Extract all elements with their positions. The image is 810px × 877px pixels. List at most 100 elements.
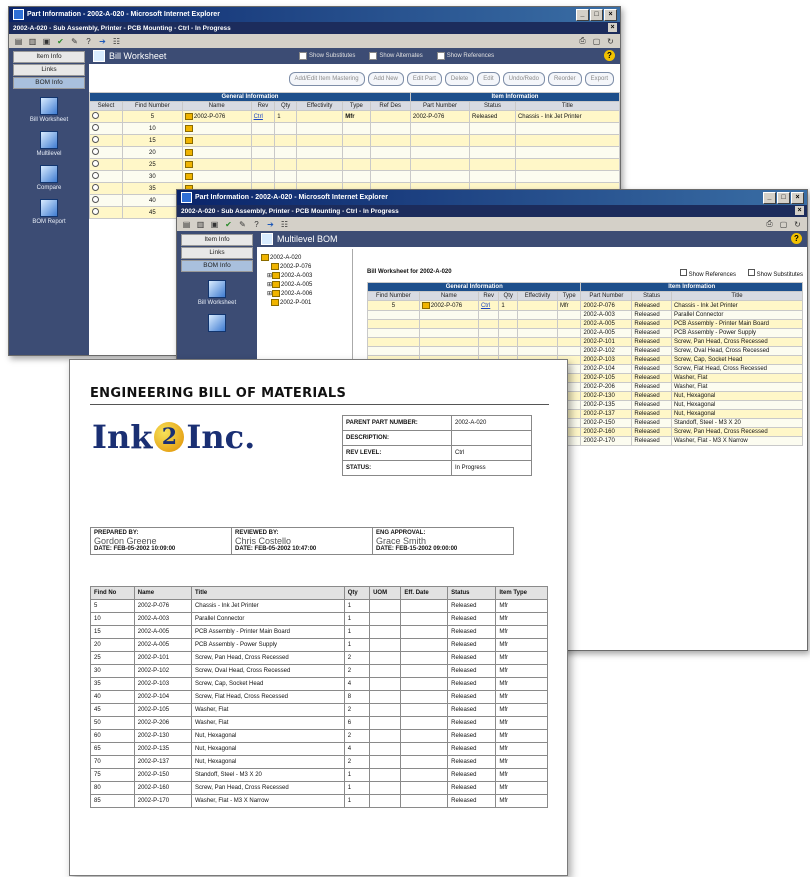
table-row[interactable]: 2002-A-005 Released PCB Assembly - Printer… [367, 319, 804, 330]
open-icon[interactable]: ▤ [13, 36, 24, 46]
help-icon[interactable]: ? [604, 50, 615, 61]
checkmark-icon[interactable]: ✔ [55, 36, 66, 46]
edit-button[interactable]: Edit [477, 72, 500, 86]
bill-worksheet-icon[interactable] [208, 280, 226, 298]
rev-cell[interactable] [250, 158, 276, 171]
tree-node[interactable]: 2002-P-076 [257, 262, 352, 271]
table-row[interactable]: 25 [89, 158, 620, 171]
checkmark-icon[interactable]: ✔ [223, 219, 234, 229]
nav-bom-info[interactable]: BOM Info [181, 260, 253, 272]
help-icon[interactable]: ? [791, 233, 802, 244]
table-row[interactable]: 2002-P-101 Released Screw, Pan Head, Cross… [367, 337, 804, 348]
compare-icon[interactable] [40, 165, 58, 183]
close-icon[interactable]: × [608, 23, 617, 32]
open-icon[interactable]: ▤ [181, 219, 192, 229]
nav-item-info[interactable]: Item Info [13, 51, 85, 63]
table-row[interactable]: 2002-P-102 Released Screw, Oval Head, Cros… [367, 346, 804, 357]
rev-cell[interactable] [477, 337, 500, 348]
select-radio[interactable] [89, 206, 123, 219]
folder-icon[interactable]: ▥ [195, 219, 206, 229]
nav-links[interactable]: Links [181, 247, 253, 259]
select-radio[interactable] [89, 110, 123, 123]
bill-worksheet-icon[interactable] [40, 97, 58, 115]
multilevel-label[interactable]: Multilevel [9, 151, 89, 157]
maximize-icon[interactable]: □ [777, 192, 790, 204]
rev-cell[interactable] [477, 328, 500, 339]
refresh-icon[interactable]: ↻ [792, 219, 803, 229]
nav-bom-info[interactable]: BOM Info [13, 77, 85, 89]
edit-part-button[interactable]: Edit Part [406, 72, 442, 86]
close-icon[interactable]: × [791, 192, 804, 204]
table-row[interactable]: 2002-A-005 Released PCB Assembly - Power S… [367, 328, 804, 339]
print-icon[interactable]: ⎙ [577, 36, 588, 46]
edit-icon[interactable]: ✎ [237, 219, 248, 229]
tree-node[interactable]: 2002-P-001 [257, 298, 352, 307]
multilevel-icon[interactable] [40, 131, 58, 149]
select-radio[interactable] [89, 146, 123, 159]
rev-cell[interactable] [477, 310, 500, 321]
table-row[interactable]: 2002-A-003 Released Parallel Connector [367, 310, 804, 321]
table-row[interactable]: 20 [89, 146, 620, 159]
select-radio[interactable] [89, 194, 123, 207]
bom-report-icon[interactable] [40, 199, 58, 217]
rev-cell[interactable] [250, 146, 276, 159]
window-icon[interactable]: ▢ [591, 36, 602, 46]
window-title-bar[interactable]: Part Information - 2002-A-020 - Microsof… [9, 7, 620, 22]
show-references-checkbox[interactable]: Show References [679, 269, 736, 278]
delete-button[interactable]: Delete [444, 72, 475, 86]
nav-links[interactable]: Links [13, 64, 85, 76]
tree-icon[interactable]: ☷ [279, 219, 290, 229]
show-alternates-checkbox[interactable]: Show Alternates [369, 52, 423, 60]
rev-cell[interactable] [477, 319, 500, 330]
reorder-button[interactable]: Reorder [547, 72, 582, 86]
close-icon[interactable]: × [604, 9, 617, 21]
multilevel-icon[interactable] [208, 314, 226, 332]
rev-cell[interactable]: Ctrl [477, 299, 500, 312]
arrow-right-icon[interactable]: ➔ [97, 36, 108, 46]
minimize-icon[interactable]: _ [576, 9, 589, 21]
select-radio[interactable] [89, 122, 123, 135]
show-substitutes-checkbox[interactable]: Show Substitutes [747, 269, 803, 278]
add-new-button[interactable]: Add New [367, 72, 404, 86]
rev-cell[interactable]: Ctrl [250, 110, 276, 123]
compare-label[interactable]: Compare [9, 185, 89, 191]
table-row[interactable]: 5 2002-P-076 Ctrl 1 Mfr 2002-P-076 Released Cha… [89, 110, 620, 123]
select-radio[interactable] [89, 182, 123, 195]
save-icon[interactable]: ▣ [209, 219, 220, 229]
help-icon[interactable]: ? [83, 36, 94, 46]
minimize-icon[interactable]: _ [763, 192, 776, 204]
bill-worksheet-label[interactable]: Bill Worksheet [177, 300, 257, 306]
export-button[interactable]: Export [584, 72, 614, 86]
print-icon[interactable]: ⎙ [764, 219, 775, 229]
arrow-right-icon[interactable]: ➔ [265, 219, 276, 229]
rev-cell[interactable] [250, 170, 276, 183]
select-radio[interactable] [89, 158, 123, 171]
table-row[interactable]: 10 [89, 122, 620, 135]
tree-node[interactable]: ⊞ 2002-A-003 [257, 271, 352, 280]
table-row[interactable]: 30 [89, 170, 620, 183]
show-substitutes-checkbox[interactable]: Show Substitutes [299, 52, 355, 60]
table-row[interactable]: 15 [89, 134, 620, 147]
table-row[interactable]: 5 2002-P-076 Ctrl 1 Mfr 2002-P-076 Released Cha… [367, 299, 804, 312]
undo-redo-button[interactable]: Undo/Redo [502, 72, 545, 86]
save-icon[interactable]: ▣ [41, 36, 52, 46]
close-icon[interactable]: × [795, 206, 804, 215]
rev-cell[interactable] [250, 122, 276, 135]
nav-item-info[interactable]: Item Info [181, 234, 253, 246]
tree-node[interactable]: ⊞ 2002-A-006 [257, 289, 352, 298]
folder-icon[interactable]: ▥ [27, 36, 38, 46]
tree-node[interactable]: ⊞ 2002-A-005 [257, 280, 352, 289]
bill-worksheet-label[interactable]: Bill Worksheet [9, 117, 89, 123]
window-icon[interactable]: ▢ [778, 219, 789, 229]
show-references-checkbox[interactable]: Show References [436, 52, 494, 60]
window-title-bar[interactable]: Part Information - 2002-A-020 - Microsof… [177, 190, 807, 205]
add-edit-button[interactable]: Add/Edit Item Mastering [288, 72, 365, 86]
rev-cell[interactable] [477, 346, 500, 357]
bom-report-label[interactable]: BOM Report [9, 219, 89, 225]
tree-node[interactable]: 2002-A-020 [257, 253, 352, 262]
help-icon[interactable]: ? [251, 219, 262, 229]
select-radio[interactable] [89, 170, 123, 183]
rev-cell[interactable] [250, 134, 276, 147]
tree-icon[interactable]: ☷ [111, 36, 122, 46]
maximize-icon[interactable]: □ [590, 9, 603, 21]
